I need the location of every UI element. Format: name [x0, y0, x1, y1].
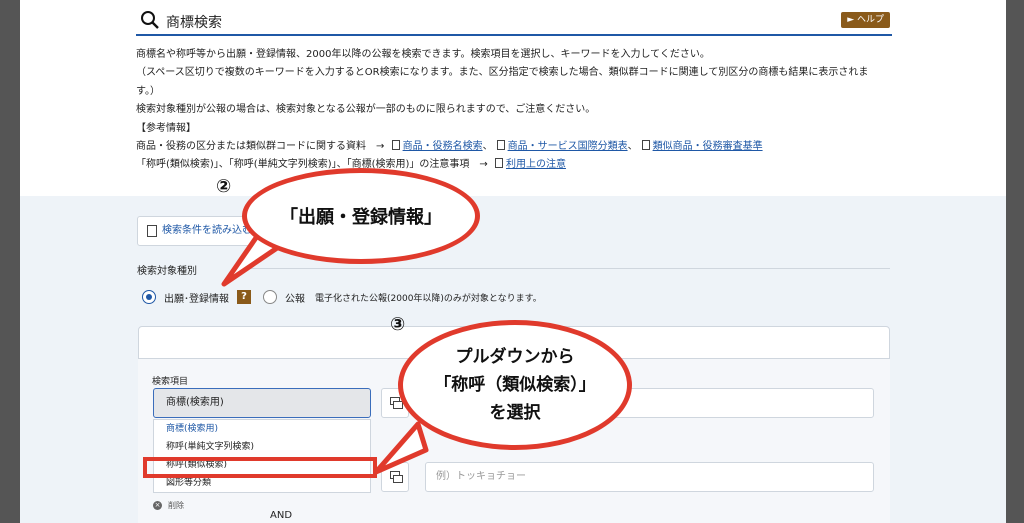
- link-intl-classification[interactable]: 商品・サービス国際分類表: [508, 141, 628, 152]
- ref-prefix: 「称呼(類似検索)」、「称呼(単純文字列検索)」、「商標(検索用)」の注意事項 …: [136, 159, 488, 171]
- document-icon: [641, 140, 650, 151]
- annotation-number: ②: [216, 176, 232, 197]
- delete-row-button[interactable]: × 削除: [153, 500, 184, 511]
- dropdown-option[interactable]: 商標(検索用): [154, 420, 370, 438]
- search-item-label: 検索項目: [152, 377, 189, 387]
- speech-bubble-application: 「出願・登録情報」: [242, 168, 480, 264]
- search-item-dropdown: 商標(検索用) 称呼(単純文字列検索) 称呼(類似検索) 図形等分類: [153, 419, 371, 493]
- desc-line: 商標名や称呼等から出願・登録情報、2000年以降の公報を検索できます。検索項目を…: [136, 49, 710, 60]
- reference-line-2: 「称呼(類似検索)」、「称呼(単純文字列検索)」、「商標(検索用)」の注意事項 …: [136, 156, 892, 174]
- close-icon: ×: [153, 501, 162, 510]
- link-goods-search[interactable]: 商品・役務名検索: [403, 141, 483, 152]
- page-title: 商標検索: [166, 15, 222, 31]
- desc-line: 【参考情報】: [136, 122, 196, 134]
- speech-bubble-tail: [373, 421, 429, 475]
- speech-bubble-instructions: プルダウンから 「称呼（類似検索）」 を選択: [398, 320, 632, 450]
- help-badge[interactable]: ?: [237, 290, 251, 304]
- gazette-note: 電子化された公報(2000年以降)のみが対象となります。: [315, 293, 542, 304]
- right-margin: [1006, 0, 1024, 523]
- delete-label: 削除: [168, 501, 184, 510]
- search-target-label: 検索対象種別: [137, 266, 197, 277]
- ref-prefix: 商品・役務の区分または類似群コードに関する資料 →: [136, 141, 385, 153]
- bubble-text: 「出願・登録情報」: [280, 207, 442, 228]
- search-item-select[interactable]: 商標(検索用): [153, 388, 371, 418]
- document-icon: [496, 140, 505, 151]
- document-icon: [391, 140, 400, 151]
- desc-line: （スペース区切りで複数のキーワードを入力するとOR検索になります。また、区分指定…: [136, 67, 869, 79]
- radio-application[interactable]: [142, 290, 156, 304]
- keyword-input-2[interactable]: 例）トッキョチョー: [425, 462, 874, 492]
- dropdown-option[interactable]: 称呼(単純文字列検索): [154, 438, 370, 456]
- document-icon: [494, 158, 503, 169]
- link-exam-standards[interactable]: 類似商品・役務審査基準: [653, 141, 763, 152]
- link-usage-notes[interactable]: 利用上の注意: [506, 159, 566, 170]
- bubble-text: 「称呼（類似検索）」: [434, 375, 596, 395]
- page-header: 商標検索 ► ヘルプ: [136, 8, 892, 36]
- search-icon: [141, 11, 159, 29]
- description: 商標名や称呼等から出願・登録情報、2000年以降の公報を検索できます。検索項目を…: [136, 46, 892, 175]
- radio-application-label[interactable]: 出願･登録情報: [164, 290, 229, 305]
- radio-gazette-label[interactable]: 公報: [285, 290, 305, 305]
- left-margin: [0, 0, 20, 523]
- help-button[interactable]: ► ヘルプ: [841, 12, 890, 28]
- reference-line-1: 商品・役務の区分または類似群コードに関する資料 → 商品・役務名検索、 商品・サー…: [136, 140, 763, 153]
- bubble-text: を選択: [489, 403, 541, 423]
- annotation-highlight-box: [143, 457, 377, 478]
- document-icon: [147, 225, 157, 237]
- desc-line: 検索対象種別が公報の場合は、検索対象となる公報が一部のものに限られますので、ご注…: [136, 104, 596, 116]
- annotation-number: ③: [390, 314, 406, 335]
- desc-line: す。）: [136, 85, 160, 97]
- divider: [232, 268, 890, 269]
- search-target-options: 出願･登録情報 ? 公報 電子化された公報(2000年以降)のみが対象となります…: [142, 288, 542, 306]
- bubble-text: プルダウンから: [455, 347, 575, 367]
- radio-gazette[interactable]: [263, 290, 277, 304]
- and-operator-label: AND: [270, 510, 293, 521]
